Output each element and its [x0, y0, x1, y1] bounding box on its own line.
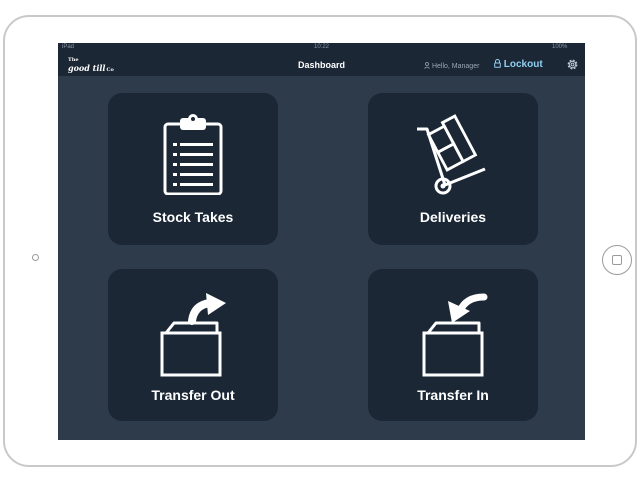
gear-icon[interactable]: [566, 58, 579, 71]
battery-level: 100%: [552, 44, 568, 50]
transfer-in-tile[interactable]: Transfer In: [368, 269, 538, 421]
clipboard-icon: [163, 114, 223, 195]
home-square-icon: [612, 255, 622, 265]
box-arrow-out-icon: [160, 293, 226, 377]
lockout-label: Lockout: [503, 59, 543, 70]
camera-icon: [32, 254, 39, 261]
lock-icon: [494, 59, 501, 68]
nav-bar: The good tillCo Dashboard Hello, Manager …: [58, 53, 585, 76]
transfer-in-label: Transfer In: [417, 387, 489, 403]
deliveries-tile[interactable]: Deliveries: [368, 93, 538, 245]
greeting-text: Hello, Manager: [431, 63, 480, 70]
deliveries-label: Deliveries: [419, 209, 487, 225]
transfer-out-tile[interactable]: Transfer Out: [108, 269, 278, 421]
box-arrow-in-icon: [422, 293, 488, 377]
user-greeting: Hello, Manager: [424, 62, 479, 70]
user-icon: [424, 62, 430, 69]
status-bar: iPad 10:22 100%: [58, 43, 585, 53]
transfer-out-label: Transfer Out: [151, 387, 235, 403]
carrier-label: iPad: [62, 44, 75, 50]
status-time: 10:22: [314, 44, 330, 50]
home-button[interactable]: [602, 245, 632, 275]
stock-takes-label: Stock Takes: [152, 209, 234, 225]
lockout-button[interactable]: Lockout: [494, 59, 543, 70]
app-screen: iPad 10:22 100% The good tillCo Dashboard…: [58, 43, 585, 440]
hand-truck-icon: [417, 114, 486, 195]
stock-takes-tile[interactable]: Stock Takes: [108, 93, 278, 245]
